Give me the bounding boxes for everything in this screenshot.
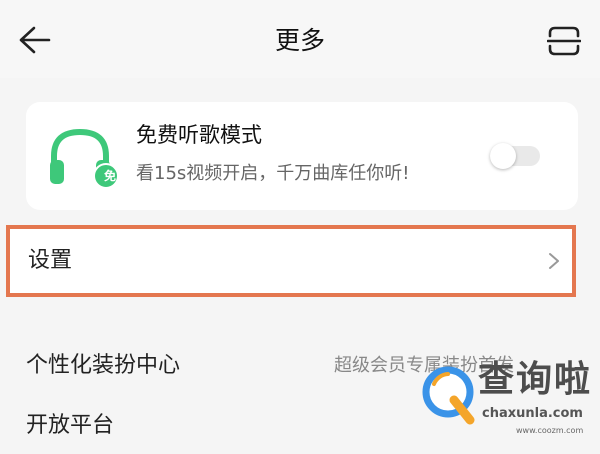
row-label: 开放平台 (26, 413, 115, 438)
settings-label: 设置 (28, 248, 73, 273)
settings-row[interactable]: 设置 (6, 225, 576, 297)
chevron-right-icon (549, 253, 559, 269)
row-value: 超级会员专属装扮首发 (334, 355, 514, 376)
free-mode-toggle[interactable] (490, 143, 540, 169)
toggle-knob (490, 143, 516, 169)
top-bar: 更多 (0, 0, 600, 78)
free-mode-title: 免费听歌模式 (136, 123, 262, 147)
scan-icon (547, 26, 581, 56)
free-badge: 免 (103, 169, 116, 183)
free-listening-card: 免 免费听歌模式 看15s视频开启，千万曲库任你听! (26, 102, 578, 210)
open-platform-row[interactable]: 开放平台 (0, 398, 600, 454)
personalized-decoration-row[interactable]: 个性化装扮中心 超级会员专属装扮首发 (0, 338, 600, 394)
scan-button[interactable] (542, 22, 586, 60)
row-label: 个性化装扮中心 (26, 353, 181, 378)
free-mode-subtitle: 看15s视频开启，千万曲库任你听! (136, 163, 410, 184)
page-title: 更多 (274, 26, 325, 55)
